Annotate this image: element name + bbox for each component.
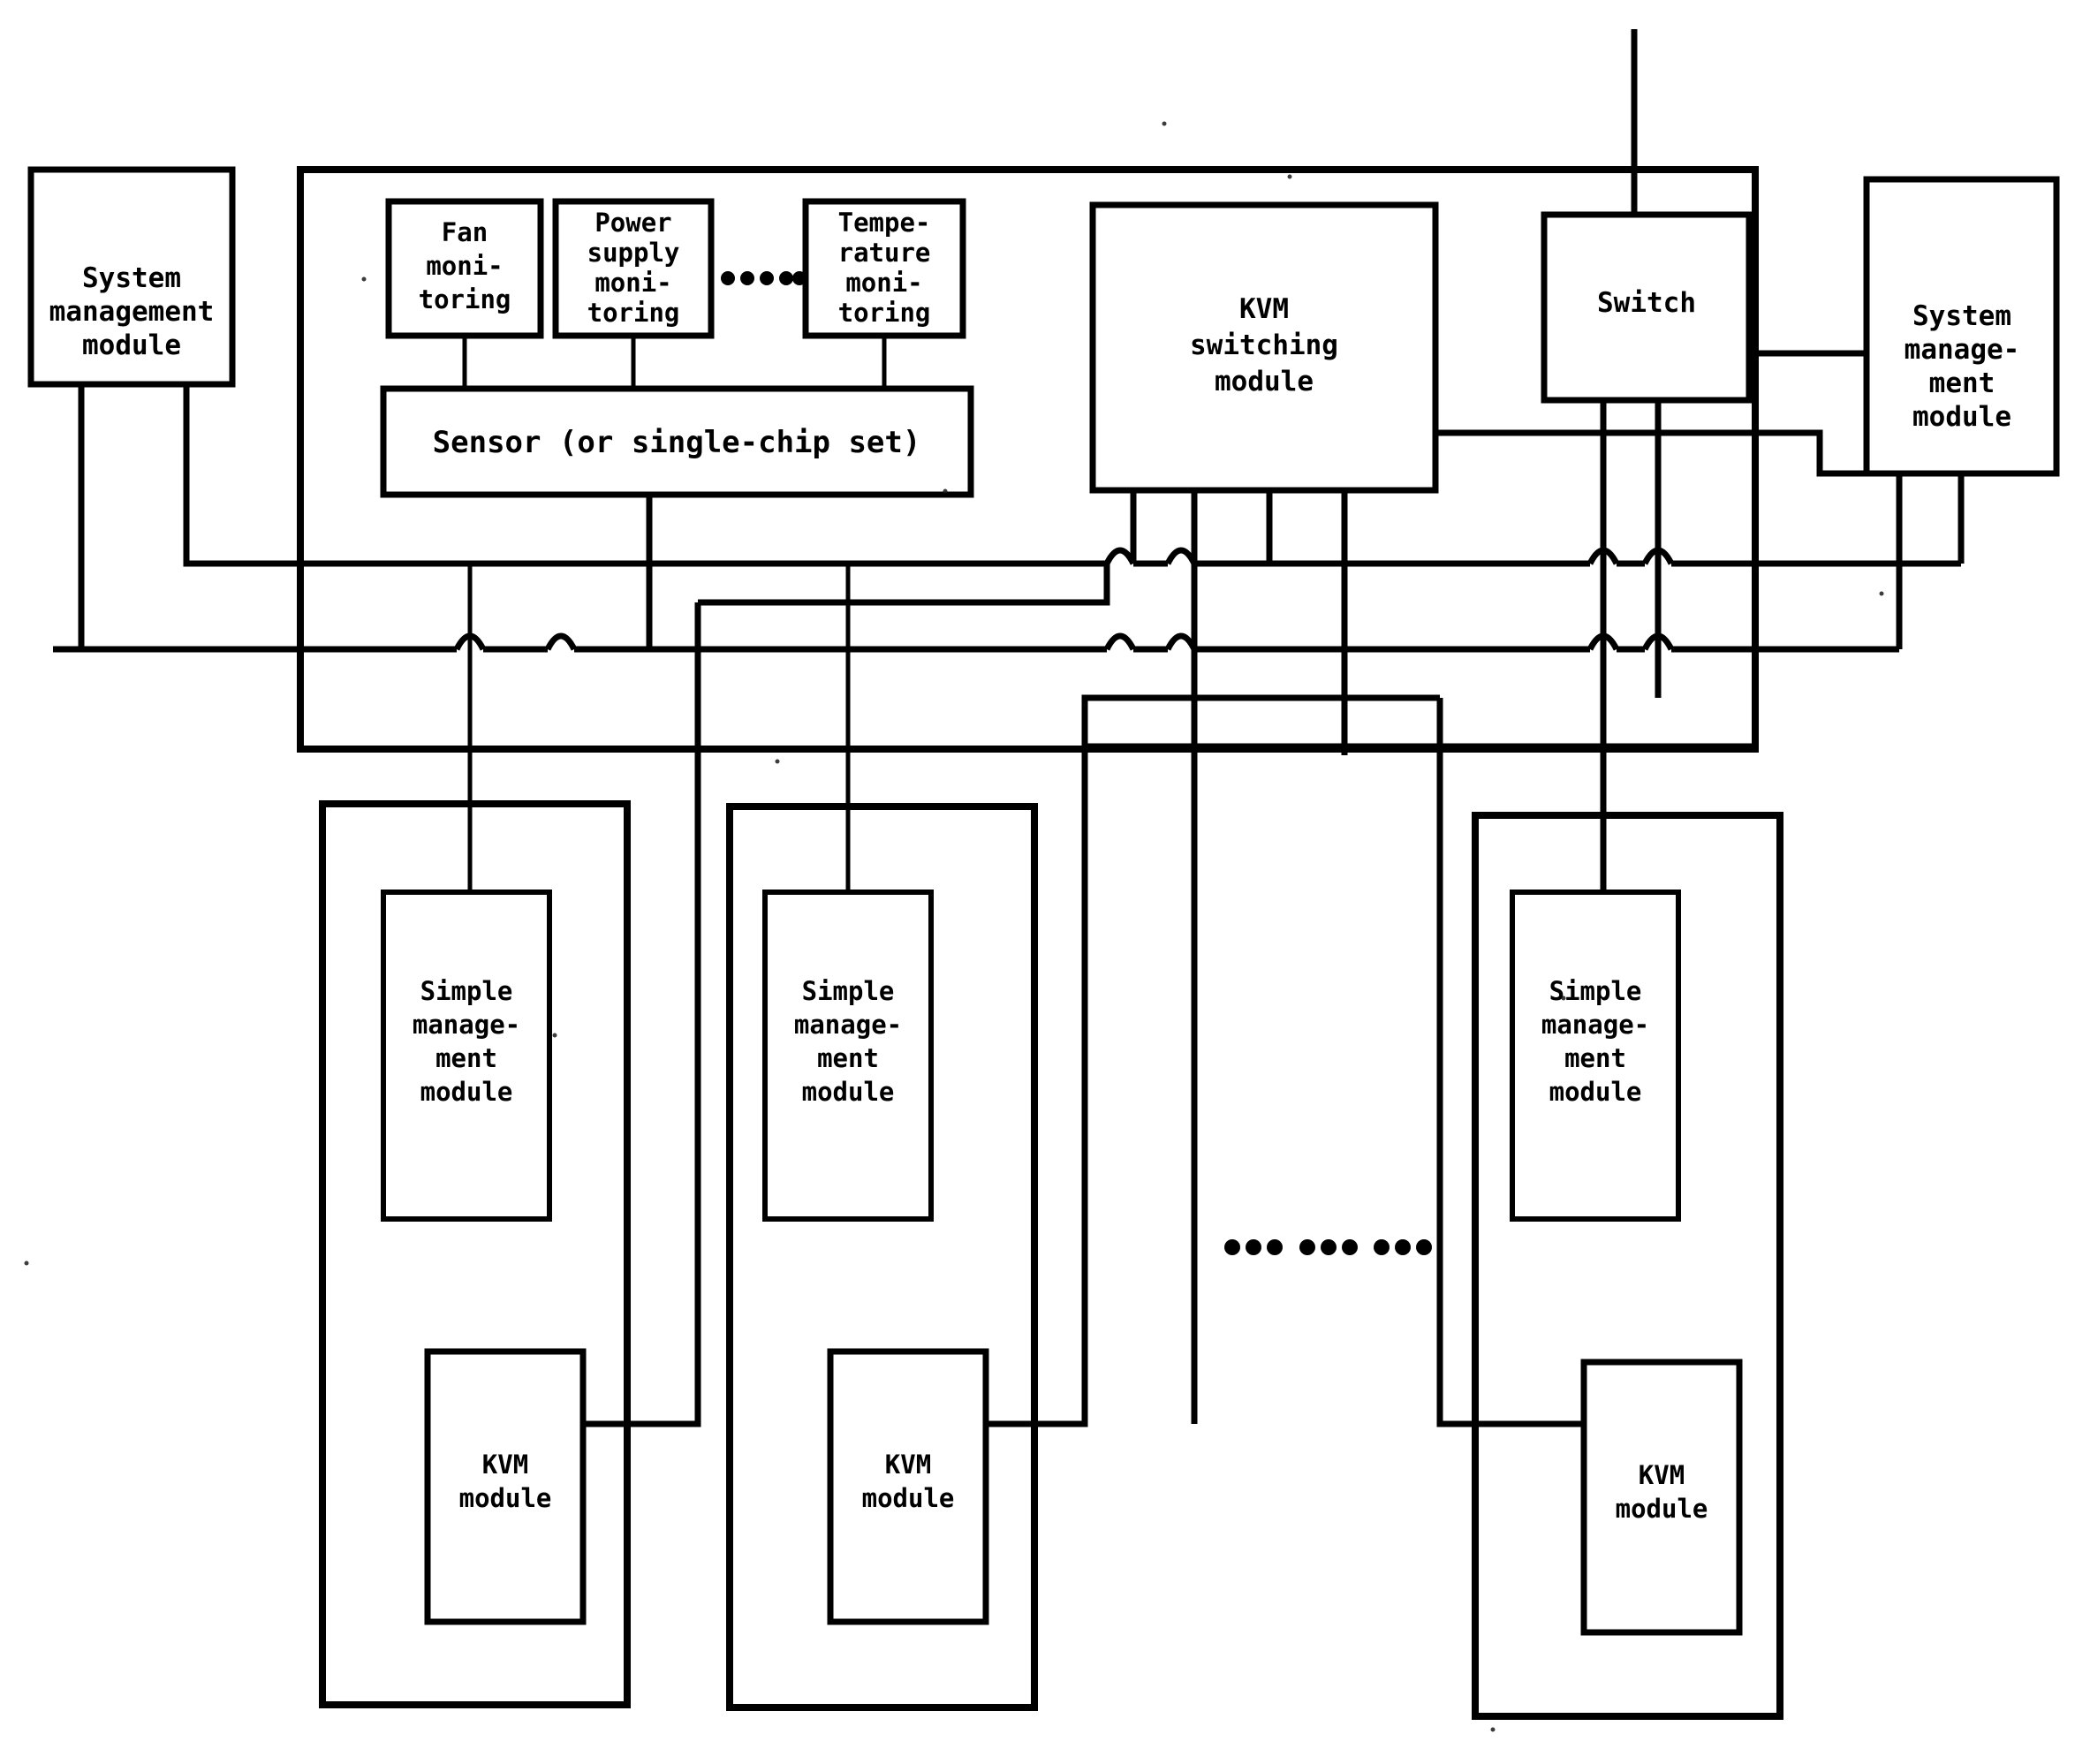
fan-monitoring-label-1: Fan — [442, 217, 488, 247]
power-supply-monitoring-label-1: Power — [594, 208, 671, 238]
system-management-module-left-label-1: System — [82, 262, 181, 294]
fan-monitoring-label-3: toring — [419, 284, 511, 314]
power-supply-monitoring-label-4: toring — [587, 298, 680, 328]
simple-management-module-2-label-1: Simple — [802, 976, 895, 1006]
wire-hop-b1-b — [1164, 547, 1198, 565]
bus-line-4-b — [1081, 694, 1440, 746]
simple-management-module-1-label-3: ment — [435, 1043, 497, 1073]
block-sensor[interactable]: Sensor (or single-chip set) — [380, 385, 974, 498]
simple-management-module-1-label-4: module — [420, 1077, 513, 1107]
fan-monitoring-label-2: moni- — [426, 251, 503, 281]
diagram-canvas: System management module Fan moni- torin… — [24, 29, 2060, 1732]
power-supply-monitoring-label-3: moni- — [594, 268, 671, 298]
wire-hop-b2-c — [1103, 632, 1137, 651]
system-management-module-left-label-3: module — [82, 329, 181, 361]
temperature-monitoring-label-2: rature — [838, 238, 931, 268]
block-system-management-module-left[interactable]: System management module — [27, 166, 236, 388]
system-management-module-right-label-2: manage- — [1905, 334, 2020, 366]
kvm-switching-module-label-3: module — [1215, 366, 1314, 397]
system-management-module-right-label-3: ment — [1929, 367, 1995, 399]
temperature-monitoring-label-4: toring — [838, 298, 931, 328]
temperature-monitoring-label-1: Tempe- — [838, 208, 931, 238]
temperature-monitoring-label-3: moni- — [845, 268, 922, 298]
switch-label: Switch — [1597, 287, 1696, 319]
block-kvm-module-3[interactable]: KVM module — [1580, 1359, 1743, 1636]
block-kvm-module-1[interactable]: KVM module — [424, 1348, 587, 1625]
block-switch[interactable]: Switch — [1541, 211, 1753, 404]
block-simple-management-module-2[interactable]: Simple manage- ment module — [762, 890, 934, 1222]
kvm-module-1-label-1: KVM — [482, 1450, 528, 1480]
kvm-switching-module-label-1: KVM — [1239, 293, 1289, 325]
simple-management-module-2-label-4: module — [802, 1077, 895, 1107]
system-management-module-right-label-4: module — [1912, 401, 2011, 433]
kvm-module-1-label-2: module — [459, 1483, 552, 1513]
block-fan-monitoring[interactable]: Fan moni- toring — [385, 198, 544, 339]
power-supply-monitoring-label-2: supply — [587, 238, 680, 268]
simple-management-module-2-label-3: ment — [817, 1043, 879, 1073]
wire-hop-b2-d — [1164, 632, 1198, 651]
simple-management-module-1-label-2: manage- — [413, 1010, 520, 1040]
sensor-label: Sensor (or single-chip set) — [433, 425, 921, 460]
simple-management-module-3-label-2: manage- — [1541, 1010, 1649, 1040]
kvm-module-2-label-2: module — [862, 1483, 955, 1513]
system-management-module-left-label-2: management — [49, 296, 215, 328]
block-power-supply-monitoring[interactable]: Power supply moni- toring — [552, 198, 715, 339]
wire-kvmsw-to-right-smm — [1435, 429, 1867, 477]
block-kvm-switching-module[interactable]: KVM switching module — [1089, 201, 1439, 494]
simple-management-module-2-label-2: manage- — [794, 1010, 902, 1040]
ellipsis-between-monitors — [721, 271, 807, 285]
simple-management-module-3-label-3: ment — [1564, 1043, 1626, 1073]
kvm-module-3-label-1: KVM — [1639, 1460, 1685, 1490]
wire-blade1-kvm-out — [583, 602, 701, 1427]
bus-line-3 — [698, 564, 1110, 606]
block-simple-management-module-1[interactable]: Simple manage- ment module — [381, 890, 552, 1222]
simple-management-module-3-label-1: Simple — [1549, 976, 1642, 1006]
block-kvm-module-2[interactable]: KVM module — [827, 1348, 989, 1625]
wire-left-smm-bus-lower — [78, 384, 300, 653]
block-temperature-monitoring[interactable]: Tempe- rature moni- toring — [802, 198, 966, 339]
block-system-management-module-right[interactable]: System manage- ment module — [1863, 176, 2060, 477]
simple-management-module-1-label-1: Simple — [420, 976, 513, 1006]
system-management-module-right-label-1: System — [1912, 300, 2011, 332]
kvm-module-2-label-1: KVM — [885, 1450, 931, 1480]
wire-hop-b1-a — [1103, 547, 1137, 565]
kvm-module-3-label-2: module — [1616, 1494, 1708, 1524]
kvm-switching-module-label-2: switching — [1190, 329, 1338, 361]
patent-block-diagram: System management module Fan moni- torin… — [0, 0, 2075, 1764]
wire-hop-b2-b — [544, 632, 578, 651]
block-simple-management-module-3[interactable]: Simple manage- ment module — [1510, 890, 1681, 1222]
ellipsis-between-blades — [1224, 1239, 1432, 1255]
simple-management-module-3-label-4: module — [1549, 1077, 1642, 1107]
wire-left-smm-bus-upper — [183, 384, 300, 567]
